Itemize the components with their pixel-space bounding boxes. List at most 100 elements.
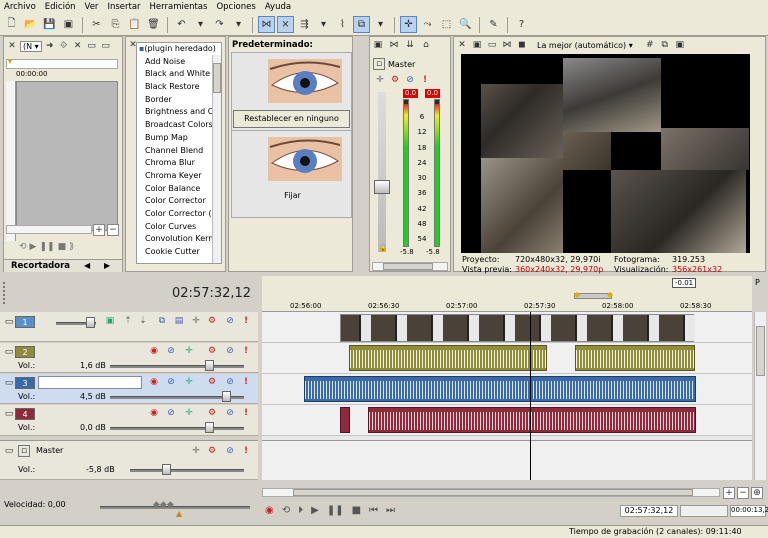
- menu-ver[interactable]: Ver: [85, 2, 99, 12]
- track-volume-slider[interactable]: [110, 365, 244, 368]
- child-track-icon[interactable]: ⇣: [137, 315, 149, 327]
- speed-slider[interactable]: [100, 506, 250, 509]
- menu-ayuda[interactable]: Ayuda: [265, 2, 291, 12]
- fx-item[interactable]: Convolution Kerne: [137, 233, 221, 246]
- envelope-tool-icon[interactable]: ⤳: [419, 16, 436, 33]
- panel-properties-icon[interactable]: ▣: [372, 39, 384, 51]
- fx-gear-icon[interactable]: ⚙: [206, 445, 218, 457]
- cut-icon[interactable]: ✂: [88, 16, 105, 33]
- auto-crossfade-icon[interactable]: ⨯: [277, 16, 294, 33]
- preview-properties-icon[interactable]: ▣: [471, 39, 483, 51]
- collapse-track-icon[interactable]: ▭: [3, 408, 15, 420]
- trimmer-scrollbar-h[interactable]: [6, 225, 92, 234]
- preset-thumbnail-2[interactable]: Fijar: [231, 130, 352, 218]
- audio-clip[interactable]: [349, 345, 547, 371]
- fx-gear-icon[interactable]: ⚙: [206, 315, 218, 327]
- preview-quality-dropdown[interactable]: La mejor (automático) ▾: [537, 41, 633, 50]
- fx-item[interactable]: Color Balance: [137, 183, 221, 196]
- fx-gear-icon[interactable]: ⚙: [206, 376, 218, 388]
- menu-edicion[interactable]: Edición: [45, 2, 76, 12]
- copy-snapshot-icon[interactable]: ⧉: [659, 39, 671, 51]
- render-icon[interactable]: ✎: [485, 16, 502, 33]
- mute-icon[interactable]: ⊘: [224, 376, 236, 388]
- insert-fx-icon[interactable]: ✛: [183, 345, 195, 357]
- stop-icon[interactable]: ■: [352, 505, 361, 516]
- trimmer-display[interactable]: [16, 81, 118, 231]
- fx-item[interactable]: Cookie Cutter: [137, 246, 221, 259]
- master-track-header[interactable]: ▭ ▫ Master ✛ ⚙ ⊘ ! Vol.: -5,8 dB: [0, 440, 258, 480]
- insert-fx-icon[interactable]: ✛: [374, 74, 386, 86]
- enable-snapping-icon[interactable]: ⋈: [258, 16, 275, 33]
- redo-dropdown-icon[interactable]: ▾: [230, 16, 247, 33]
- overlays-icon[interactable]: ◼: [516, 39, 528, 51]
- lane-audio-2[interactable]: [262, 343, 752, 374]
- menu-herramientas[interactable]: Herramientas: [150, 2, 208, 12]
- record-icon[interactable]: ◉: [265, 505, 274, 516]
- marker-bar-icon[interactable]: P: [755, 278, 765, 288]
- mute-icon[interactable]: ⊘: [224, 445, 236, 457]
- arm-record-icon[interactable]: ◉: [148, 345, 160, 357]
- play-from-start-icon[interactable]: ⏵: [298, 505, 303, 516]
- copy-marker-icon[interactable]: ▭: [86, 40, 98, 52]
- zoom-in-icon[interactable]: +: [723, 487, 735, 499]
- lane-video-1[interactable]: [262, 312, 752, 343]
- insert-fx-icon[interactable]: ✛: [183, 376, 195, 388]
- save-snapshot-icon[interactable]: ▣: [674, 39, 686, 51]
- trimmer-source-dropdown[interactable]: (N ▾: [20, 40, 42, 52]
- whats-this-help-icon[interactable]: ?: [513, 16, 530, 33]
- track-header-1[interactable]: ▭ 1 ▣ ⇡ ⇣ ⧉ ▤ ✛ ⚙ ⊘ !: [0, 312, 258, 342]
- go-to-start-icon[interactable]: ⏮: [369, 505, 378, 516]
- mute-icon[interactable]: ⊘: [224, 315, 236, 327]
- go-to-end-icon[interactable]: ⏭: [386, 505, 395, 516]
- tab-recortadora[interactable]: Recortadora: [11, 261, 70, 271]
- track-lanes[interactable]: [262, 312, 752, 480]
- fx-gear-icon[interactable]: ⚙: [206, 345, 218, 357]
- undo-dropdown-icon[interactable]: ▾: [192, 16, 209, 33]
- zoom-tool-icon[interactable]: 🔍: [457, 16, 474, 33]
- solo-icon[interactable]: !: [240, 407, 252, 419]
- arm-record-icon[interactable]: ◉: [148, 407, 160, 419]
- fx-item[interactable]: Brightness and Co: [137, 106, 221, 119]
- fader-lock-icon[interactable]: 🔒: [378, 243, 388, 252]
- fx-gear-icon[interactable]: ⚙: [206, 407, 218, 419]
- solo-icon[interactable]: !: [240, 345, 252, 357]
- grid-icon[interactable]: #: [644, 39, 656, 51]
- mute-icon[interactable]: ⊘: [224, 345, 236, 357]
- timeline-ruler[interactable]: ◆ ◆ -0.01 02:56:00 02:56:30 02:57:00 02:…: [262, 276, 752, 312]
- play-icon[interactable]: ▶: [311, 505, 319, 516]
- arm-record-icon[interactable]: ◉: [148, 376, 160, 388]
- ignore-grouping-icon[interactable]: ⧉: [353, 16, 370, 33]
- invert-phase-icon[interactable]: ⊘: [165, 345, 177, 357]
- redo-icon[interactable]: ↷: [211, 16, 228, 33]
- menu-insertar[interactable]: Insertar: [107, 2, 140, 12]
- menu-opciones[interactable]: Opciones: [216, 2, 255, 12]
- panel-close-icon[interactable]: ✕: [456, 39, 468, 51]
- panel-close-icon[interactable]: ✕: [6, 40, 18, 52]
- scrollbar-thumb[interactable]: [293, 489, 693, 496]
- split-screen-icon[interactable]: ⋈: [501, 39, 513, 51]
- audio-clip[interactable]: [304, 376, 696, 402]
- audio-clip[interactable]: [340, 407, 350, 433]
- solo-icon[interactable]: !: [240, 315, 252, 327]
- mute-icon[interactable]: ⊘: [404, 74, 416, 86]
- grip-handle[interactable]: [3, 282, 9, 304]
- solo-icon[interactable]: !: [240, 376, 252, 388]
- scrollbar-thumb[interactable]: [383, 263, 433, 270]
- fx-item[interactable]: Color Corrector (S: [137, 208, 221, 221]
- insert-fx-icon[interactable]: ✛: [183, 407, 195, 419]
- solo-icon[interactable]: !: [419, 74, 431, 86]
- stop-icon[interactable]: ■: [58, 242, 67, 252]
- fx-gear-icon[interactable]: ⚙: [389, 74, 401, 86]
- track-header-2[interactable]: ▭ 2 ◉ ⊘ ✛ ⚙ ⊘ ! Vol.: 1,6 dB: [0, 343, 258, 373]
- fx-item[interactable]: Broadcast Colors: [137, 119, 221, 132]
- fx-item[interactable]: Add Noise: [137, 56, 221, 69]
- zoom-out-icon[interactable]: −: [107, 224, 119, 236]
- peak-left[interactable]: 0.0: [403, 89, 418, 98]
- save-icon[interactable]: 💾: [41, 16, 58, 33]
- grouping-dropdown-icon[interactable]: ▾: [372, 16, 389, 33]
- mark-icon[interactable]: ⟐: [58, 40, 70, 52]
- fx-item[interactable]: Border: [137, 94, 221, 107]
- preview-screen[interactable]: [461, 54, 750, 253]
- loop-end-icon[interactable]: ◆: [607, 290, 613, 299]
- track-motion-icon[interactable]: ⧉: [156, 315, 168, 327]
